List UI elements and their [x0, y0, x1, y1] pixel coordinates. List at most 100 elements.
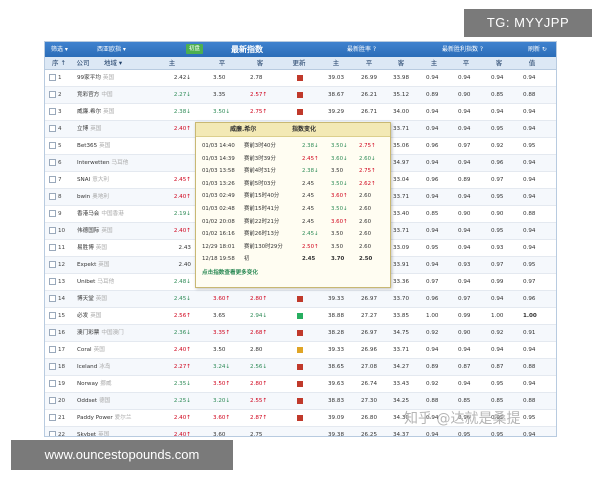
home-odds[interactable]: 2.40↑ [163, 223, 191, 239]
header-region[interactable]: 地域 ▾ [101, 57, 125, 70]
draw-odds[interactable]: 3.50↓ [213, 104, 241, 120]
row-checkbox[interactable] [49, 278, 56, 285]
company-cell[interactable]: Skybet 英国 [77, 427, 109, 436]
row-checkbox[interactable] [49, 91, 56, 98]
row-checkbox[interactable] [49, 329, 56, 336]
row-checkbox[interactable] [49, 244, 56, 251]
home-odds[interactable]: 2.56↑ [163, 308, 191, 324]
company-name[interactable]: Oddset [77, 398, 97, 404]
home-odds[interactable]: 2.25↓ [163, 393, 191, 409]
company-name[interactable]: 伟德国际 [77, 228, 99, 234]
company-cell[interactable]: 伟德国际 英国 [77, 223, 113, 239]
draw-odds[interactable]: 3.35 [213, 87, 241, 103]
header-seq[interactable]: 序 ↑ [51, 57, 67, 70]
company-cell[interactable]: 威廉.希尔 英国 [77, 104, 114, 120]
away-odds[interactable]: 2.94↓ [250, 308, 280, 324]
away-odds[interactable]: 2.80 [250, 342, 280, 358]
company-cell[interactable]: 易胜博 英国 [77, 240, 107, 256]
company-cell[interactable]: 香港马会 中国香港 [77, 206, 124, 222]
away-odds[interactable]: 2.87↑ [250, 410, 280, 426]
draw-odds[interactable]: 3.60↑ [213, 410, 241, 426]
company-name[interactable]: 必发 [77, 313, 88, 319]
company-name[interactable]: 澳门彩票 [77, 330, 99, 336]
away-odds[interactable]: 2.57↑ [250, 87, 280, 103]
away-odds[interactable]: 2.78 [250, 70, 280, 86]
company-cell[interactable]: 立博 英国 [77, 121, 101, 137]
row-checkbox[interactable] [49, 295, 56, 302]
row-checkbox[interactable] [49, 312, 56, 319]
away-odds[interactable]: 2.68↑ [250, 325, 280, 341]
home-odds[interactable]: 2.40↑ [163, 121, 191, 137]
row-checkbox[interactable] [49, 108, 56, 115]
draw-odds[interactable]: 3.24↓ [213, 359, 241, 375]
table-row[interactable]: 15 必发 英国 2.56↑ 3.65 2.94↓ 38.88 27.27 33.85 1.00 0… [45, 308, 556, 325]
row-checkbox[interactable] [49, 397, 56, 404]
latest-winrate-link[interactable]: 最新胜率 ? [347, 42, 376, 57]
table-row[interactable]: 1 99家平均 英国 2.42↓ 3.50 2.78 39.03 26.99 33.98 0.94… [45, 70, 556, 87]
company-name[interactable]: Skybet [77, 432, 96, 436]
table-row[interactable]: 2 竞彩官方 中国 2.27↓ 3.35 2.57↑ 38.67 26.21 35.12 0.89… [45, 87, 556, 104]
company-cell[interactable]: 博天堂 英国 [77, 291, 107, 307]
home-odds[interactable]: 2.27↑ [163, 359, 191, 375]
row-checkbox[interactable] [49, 414, 56, 421]
table-row[interactable]: 14 博天堂 英国 2.45↓ 3.60↑ 2.80↑ 39.33 26.97 33.70 0.9… [45, 291, 556, 308]
home-odds[interactable]: 2.45↑ [163, 172, 191, 188]
row-checkbox[interactable] [49, 261, 56, 268]
draw-odds[interactable]: 3.50 [213, 342, 241, 358]
table-row[interactable]: 22 Skybet 英国 2.40↑ 3.60 2.75 39.38 26.25 34.37 0.… [45, 427, 556, 436]
draw-odds[interactable]: 3.50↑ [213, 376, 241, 392]
draw-odds[interactable]: 3.65 [213, 308, 241, 324]
table-row[interactable]: 17 Coral 英国 2.40↑ 3.50 2.80 39.33 26.96 33.71 0.9… [45, 342, 556, 359]
company-name[interactable]: 易胜博 [77, 245, 94, 251]
row-checkbox[interactable] [49, 431, 56, 436]
draw-odds[interactable]: 3.20↓ [213, 393, 241, 409]
table-row[interactable]: 19 Norway 挪威 2.35↓ 3.50↑ 2.80↑ 39.63 26.74 33.43… [45, 376, 556, 393]
company-cell[interactable]: 99家平均 英国 [77, 70, 114, 86]
draw-odds[interactable]: 3.50 [213, 70, 241, 86]
company-name[interactable]: Paddy Power [77, 415, 113, 421]
home-odds[interactable]: 2.43 [163, 240, 191, 256]
company-name[interactable]: 威廉.希尔 [77, 109, 101, 115]
home-odds[interactable]: 2.40↑ [163, 342, 191, 358]
table-row[interactable]: 18 Iceland 冰岛 2.27↑ 3.24↓ 2.56↓ 38.65 27.08 34.2… [45, 359, 556, 376]
initial-odds-tag[interactable]: 初盘 [186, 44, 204, 54]
company-name[interactable]: Bet365 [77, 143, 97, 149]
home-odds[interactable]: 2.40↑ [163, 427, 191, 436]
company-name[interactable]: Unibet [77, 279, 95, 285]
row-checkbox[interactable] [49, 193, 56, 200]
company-name[interactable]: Expekt [77, 262, 96, 268]
row-checkbox[interactable] [49, 125, 56, 132]
more-changes-link[interactable]: 点击指数查看更多变化 [202, 268, 258, 276]
draw-odds[interactable]: 3.60 [213, 427, 241, 436]
company-name[interactable]: Norway [77, 381, 98, 387]
home-odds[interactable] [163, 155, 191, 171]
draw-odds[interactable]: 3.60↑ [213, 291, 241, 307]
company-name[interactable]: SNAI [77, 177, 90, 183]
row-checkbox[interactable] [49, 74, 56, 81]
company-cell[interactable]: 竞彩官方 中国 [77, 87, 113, 103]
company-name[interactable]: 99家平均 [77, 75, 101, 81]
company-name[interactable]: bwin [77, 194, 90, 200]
region-dropdown[interactable]: 西亚欧指 ▾ [97, 42, 126, 57]
away-odds[interactable]: 2.80↑ [250, 291, 280, 307]
away-odds[interactable]: 2.56↓ [250, 359, 280, 375]
company-name[interactable]: Coral [77, 347, 92, 353]
latest-win-index-link[interactable]: 最新胜利指数 ? [442, 42, 483, 57]
away-odds[interactable]: 2.55↑ [250, 393, 280, 409]
company-cell[interactable]: Oddset 德国 [77, 393, 110, 409]
home-odds[interactable]: 2.40↑ [163, 410, 191, 426]
company-name[interactable]: 立博 [77, 126, 88, 132]
company-name[interactable]: 竞彩官方 [77, 92, 99, 98]
row-checkbox[interactable] [49, 227, 56, 234]
company-cell[interactable]: Unibet 马耳他 [77, 274, 114, 290]
away-odds[interactable]: 2.75↑ [250, 104, 280, 120]
table-row[interactable]: 3 威廉.希尔 英国 2.38↓ 3.50↓ 2.75↑ 39.29 26.71 34.00 0.… [45, 104, 556, 121]
home-odds[interactable]: 2.36↓ [163, 325, 191, 341]
draw-odds[interactable]: 3.35↑ [213, 325, 241, 341]
away-odds[interactable]: 2.80↑ [250, 376, 280, 392]
company-cell[interactable]: Interwetten 马耳他 [77, 155, 128, 171]
row-checkbox[interactable] [49, 210, 56, 217]
company-cell[interactable]: 澳门彩票 中国澳门 [77, 325, 124, 341]
row-checkbox[interactable] [49, 363, 56, 370]
company-cell[interactable]: Norway 挪威 [77, 376, 111, 392]
